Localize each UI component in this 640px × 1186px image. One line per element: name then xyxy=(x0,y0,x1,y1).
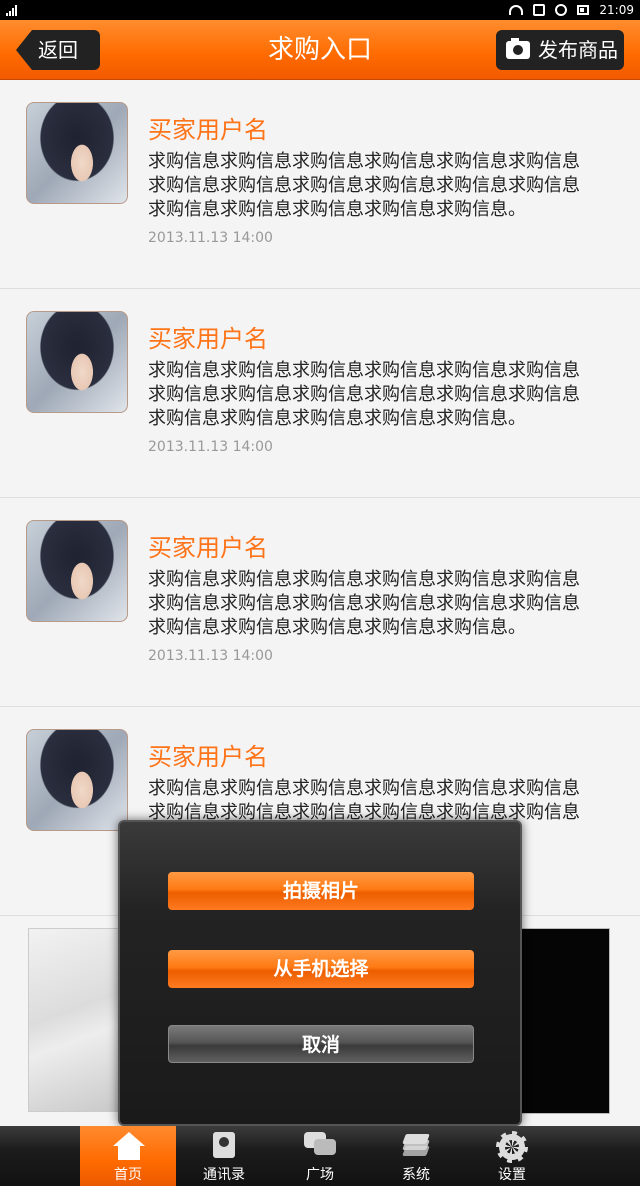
chat-icon xyxy=(304,1132,336,1156)
list-item[interactable]: 买家用户名 求购信息求购信息求购信息求购信息求购信息求购信息求购信息求购信息求购… xyxy=(0,80,640,289)
photo-source-dialog: 拍摄相片 从手机选择 取消 xyxy=(118,820,522,1126)
tab-system[interactable]: 系统 xyxy=(368,1126,464,1186)
tab-label: 设置 xyxy=(498,1167,526,1183)
request-list: 买家用户名 求购信息求购信息求购信息求购信息求购信息求购信息求购信息求购信息求购… xyxy=(0,80,640,916)
buyer-name: 买家用户名 xyxy=(148,534,268,562)
bottom-tab-bar: 首页 通讯录 广场 系统 设置 xyxy=(0,1126,640,1186)
tab-square[interactable]: 广场 xyxy=(272,1126,368,1186)
signal-icon xyxy=(6,4,20,16)
request-description: 求购信息求购信息求购信息求购信息求购信息求购信息求购信息求购信息求购信息求购信息… xyxy=(148,151,580,220)
product-photo[interactable] xyxy=(520,928,610,1114)
tab-label: 首页 xyxy=(114,1167,142,1183)
list-item[interactable]: 买家用户名 求购信息求购信息求购信息求购信息求购信息求购信息求购信息求购信息求购… xyxy=(0,498,640,707)
request-time: 2013.11.13 14:00 xyxy=(148,439,273,455)
contacts-icon xyxy=(213,1132,235,1158)
request-time: 2013.11.13 14:00 xyxy=(148,230,273,246)
tab-label: 广场 xyxy=(306,1167,334,1183)
tab-contacts[interactable]: 通讯录 xyxy=(176,1126,272,1186)
layers-icon xyxy=(400,1132,432,1158)
publish-product-button[interactable]: 发布商品 xyxy=(496,30,624,70)
header-bar: 返回 求购入口 发布商品 xyxy=(0,20,640,80)
list-item[interactable]: 买家用户名 求购信息求购信息求购信息求购信息求购信息求购信息求购信息求购信息求购… xyxy=(0,289,640,498)
tab-label: 通讯录 xyxy=(203,1167,245,1183)
publish-label: 发布商品 xyxy=(538,38,618,62)
request-time: 2013.11.13 14:00 xyxy=(148,648,273,664)
avatar xyxy=(26,102,128,204)
avatar xyxy=(26,520,128,622)
camera-icon xyxy=(506,38,530,59)
request-description: 求购信息求购信息求购信息求购信息求购信息求购信息求购信息求购信息求购信息求购信息… xyxy=(148,360,580,429)
status-bar: 21:09 xyxy=(0,0,640,20)
wifi-icon xyxy=(509,5,524,15)
avatar xyxy=(26,311,128,413)
status-time: 21:09 xyxy=(599,3,634,17)
avatar xyxy=(26,729,128,831)
take-photo-button[interactable]: 拍摄相片 xyxy=(168,872,474,910)
buyer-name: 买家用户名 xyxy=(148,325,268,353)
request-description: 求购信息求购信息求购信息求购信息求购信息求购信息求购信息求购信息求购信息求购信息… xyxy=(148,778,580,823)
alarm-icon xyxy=(555,4,568,16)
product-photo[interactable] xyxy=(28,928,120,1112)
tab-home[interactable]: 首页 xyxy=(80,1126,176,1186)
tab-settings[interactable]: 设置 xyxy=(464,1126,560,1186)
choose-from-phone-button[interactable]: 从手机选择 xyxy=(168,950,474,988)
gear-icon xyxy=(496,1131,528,1163)
buyer-name: 买家用户名 xyxy=(148,116,268,144)
request-description: 求购信息求购信息求购信息求购信息求购信息求购信息求购信息求购信息求购信息求购信息… xyxy=(148,569,580,638)
buyer-name: 买家用户名 xyxy=(148,743,268,771)
sim-icon xyxy=(533,4,546,16)
battery-icon xyxy=(577,5,590,15)
cancel-button[interactable]: 取消 xyxy=(168,1025,474,1063)
tab-label: 系统 xyxy=(402,1167,430,1183)
home-icon xyxy=(113,1132,145,1160)
